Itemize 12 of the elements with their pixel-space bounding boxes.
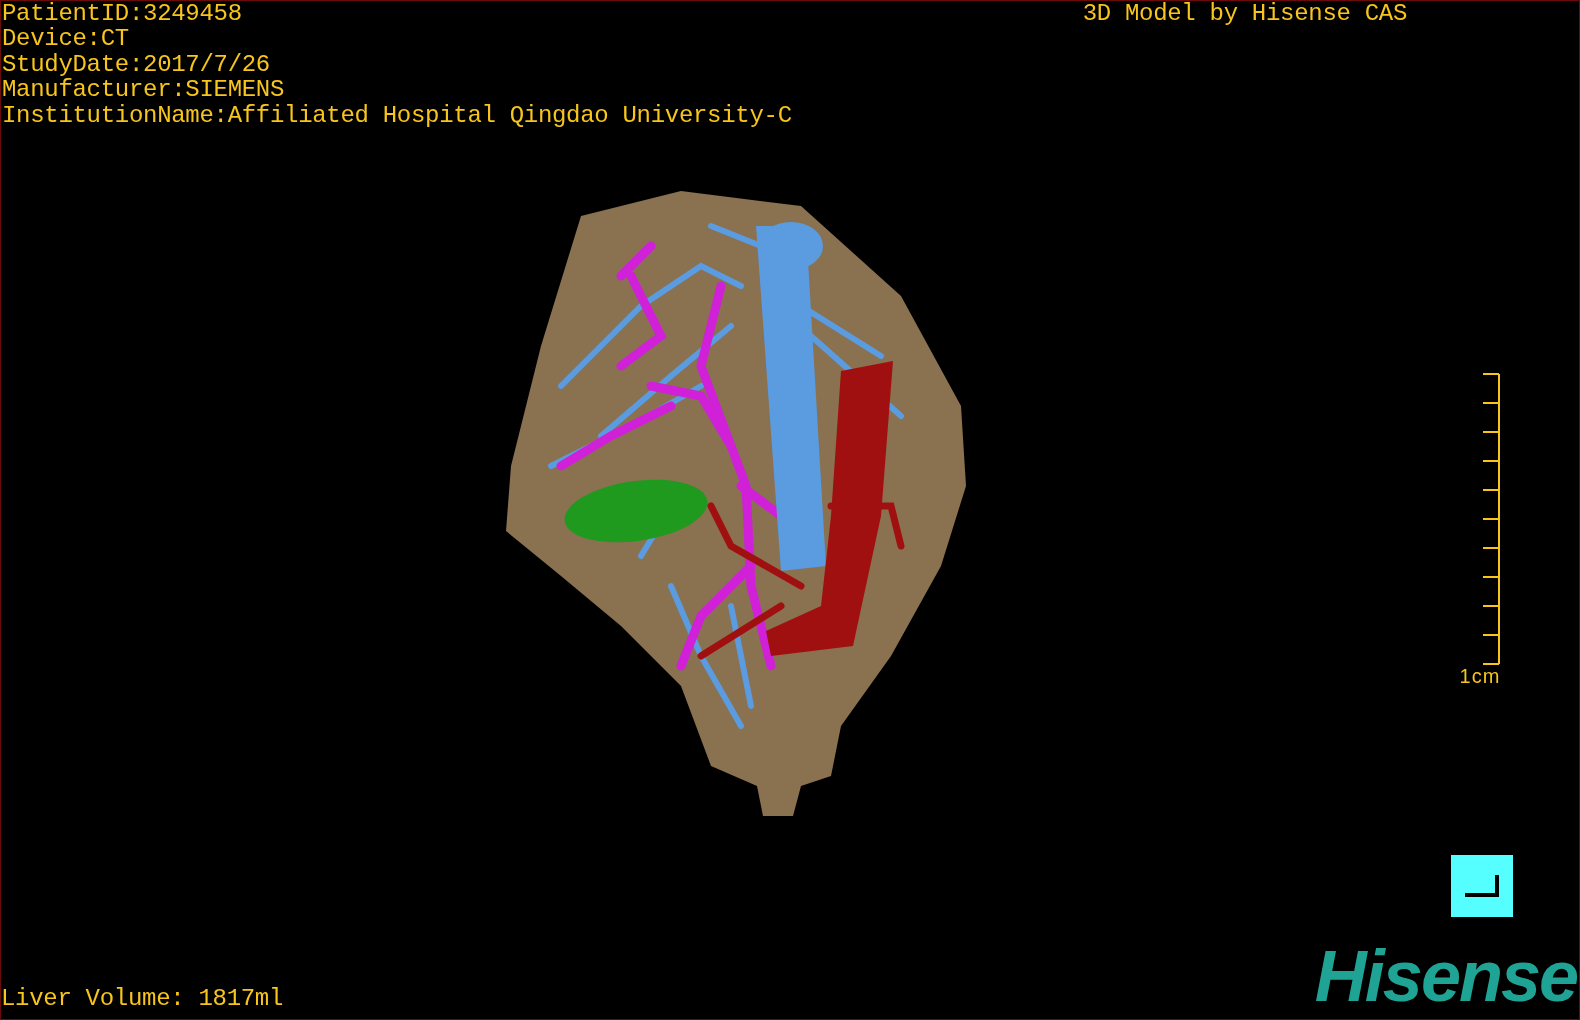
patient-info-text: Device:CT bbox=[2, 26, 130, 52]
patient-info-text: InstitutionName:Affiliated Hospital Qingdao University-C bbox=[2, 102, 792, 129]
scale-label: 1cm bbox=[1459, 665, 1501, 688]
patient-info-text: StudyDate:2017/7/26 bbox=[2, 51, 271, 78]
liver-volume-text: Liver Volume: 1817ml bbox=[1, 985, 284, 1011]
corner-icon bbox=[1465, 875, 1499, 897]
patient-info-text: PatientID:3249458 bbox=[2, 1, 243, 27]
view-corner-button[interactable] bbox=[1451, 855, 1513, 917]
scale-bar-icon bbox=[1483, 373, 1501, 666]
viewer-title: 3D Model by Hisense CAS bbox=[1082, 1, 1407, 27]
patient-info-text: Manufacturer:SIEMENS bbox=[2, 77, 286, 103]
brand-logo: Hisense bbox=[1314, 941, 1577, 1011]
